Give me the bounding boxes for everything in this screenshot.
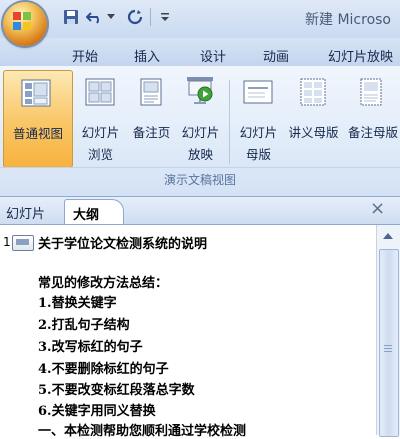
ribbon-group-label: 演示文稿视图 bbox=[163, 173, 236, 187]
tab-slides[interactable]: 幻灯片 bbox=[6, 203, 45, 222]
qat-separator bbox=[150, 8, 151, 26]
outline-line[interactable]: 6.关键字用同义替换 bbox=[38, 400, 156, 419]
notes-page-label: 备注页 bbox=[132, 125, 171, 140]
office-logo-icon bbox=[13, 12, 31, 30]
scrollbar-thumb[interactable] bbox=[379, 249, 399, 437]
outline-line[interactable]: 常见的修改方法总结： bbox=[38, 272, 168, 291]
notes-master-icon bbox=[360, 78, 382, 106]
outline-line[interactable]: 3.改写标红的句子 bbox=[38, 336, 143, 355]
ribbon-panel: 普通视图 幻灯片 浏览 备注页 幻灯片 放映 幻灯片 母版 讲义母版 备注母版 … bbox=[0, 66, 400, 197]
slide-master-label-2: 母版 bbox=[245, 147, 271, 162]
scroll-up-arrow-icon[interactable] bbox=[378, 228, 398, 242]
outline-line[interactable]: 2.打乱句子结构 bbox=[38, 314, 130, 333]
notes-page-icon bbox=[140, 78, 162, 106]
redo-icon[interactable] bbox=[124, 6, 146, 28]
handout-master-icon bbox=[300, 78, 326, 106]
slide-master-icon bbox=[243, 80, 273, 104]
slide-show-label-2: 放映 bbox=[187, 147, 213, 162]
slide-sorter-button[interactable]: 幻灯片 浏览 bbox=[73, 70, 128, 166]
slide-show-button[interactable]: 幻灯片 放映 bbox=[173, 70, 228, 166]
handout-master-label: 讲义母版 bbox=[288, 125, 339, 140]
undo-icon[interactable] bbox=[84, 6, 106, 28]
outline-line[interactable]: 5.不要改变标红段落总字数 bbox=[38, 379, 195, 398]
pane-tab-bar: 幻灯片 大纲 × bbox=[0, 197, 400, 225]
tab-home[interactable]: 开始 bbox=[72, 46, 98, 65]
slide-master-label-1: 幻灯片 bbox=[239, 125, 278, 140]
notes-master-label: 备注母版 bbox=[348, 125, 399, 140]
notes-page-button[interactable]: 备注页 bbox=[124, 70, 179, 166]
slide-master-button[interactable]: 幻灯片 母版 bbox=[231, 70, 286, 166]
window-title: 新建 Microso bbox=[305, 12, 391, 28]
slide-title[interactable]: 关于学位论文检测系统的说明 bbox=[38, 233, 207, 252]
handout-master-button[interactable]: 讲义母版 bbox=[286, 70, 341, 166]
undo-dropdown-icon[interactable] bbox=[106, 6, 116, 28]
tab-outline[interactable]: 大纲 bbox=[64, 199, 124, 224]
customize-qat-icon[interactable] bbox=[158, 6, 172, 28]
slide-show-label-1: 幻灯片 bbox=[181, 125, 220, 140]
close-icon[interactable]: × bbox=[370, 198, 385, 219]
ribbon-separator bbox=[229, 80, 230, 164]
slide-sorter-label-2: 浏览 bbox=[87, 147, 113, 162]
normal-view-icon bbox=[21, 79, 51, 107]
outline-line[interactable]: 4.不要删除标红的句子 bbox=[38, 358, 169, 377]
notes-master-button[interactable]: 备注母版 bbox=[344, 70, 400, 166]
save-icon[interactable] bbox=[60, 6, 82, 28]
slide-show-icon bbox=[187, 77, 213, 104]
ribbon-group-divider bbox=[0, 167, 400, 168]
tab-outline-label: 大纲 bbox=[73, 208, 100, 223]
slide-sorter-label-1: 幻灯片 bbox=[81, 125, 120, 140]
tab-design[interactable]: 设计 bbox=[200, 46, 226, 65]
outline-line[interactable]: 一、本检测帮助您顺利通过学校检测 bbox=[38, 420, 246, 439]
normal-view-label: 普通视图 bbox=[12, 126, 63, 141]
tab-animations[interactable]: 动画 bbox=[263, 46, 289, 65]
tab-slide-show[interactable]: 幻灯片放映 bbox=[328, 46, 393, 65]
slide-thumbnail-icon[interactable] bbox=[12, 235, 34, 251]
slide-number: 1 bbox=[3, 235, 11, 249]
normal-view-button[interactable]: 普通视图 bbox=[3, 70, 73, 168]
tab-insert[interactable]: 插入 bbox=[134, 46, 160, 65]
scrollbar-grip-icon bbox=[384, 345, 392, 354]
slide-sorter-icon bbox=[85, 78, 115, 106]
outline-line[interactable]: 1.替换关键字 bbox=[38, 292, 117, 311]
